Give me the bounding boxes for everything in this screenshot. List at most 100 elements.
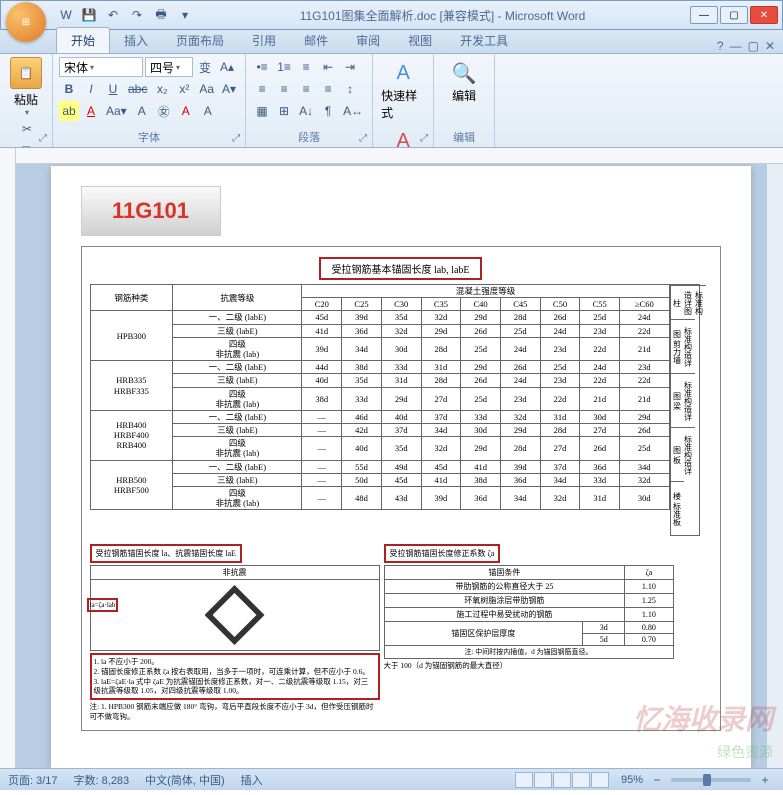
line-spacing-button[interactable]: ↕ — [340, 79, 360, 99]
clear-format-button[interactable]: Aa — [196, 79, 217, 99]
data-cell: 27d — [540, 437, 580, 460]
data-cell: 50d — [342, 473, 382, 486]
tab-review[interactable]: 审阅 — [342, 28, 394, 53]
align-right-button[interactable]: ≡ — [296, 79, 316, 99]
shrink-font-button[interactable]: A▾ — [219, 79, 239, 99]
font-grow2-button[interactable]: A — [176, 101, 196, 121]
status-mode[interactable]: 插入 — [241, 772, 263, 788]
char-scale-button[interactable]: A↔ — [340, 101, 366, 121]
multilevel-button[interactable]: ≡ — [296, 57, 316, 77]
font-launcher[interactable]: ⤢ — [229, 131, 243, 145]
subscript-button[interactable]: x₂ — [152, 79, 172, 99]
tab-dev[interactable]: 开发工具 — [446, 28, 522, 53]
zoom-level[interactable]: 95% — [621, 774, 643, 786]
tab-mail[interactable]: 邮件 — [290, 28, 342, 53]
close-button[interactable]: ✕ — [750, 6, 778, 24]
bottom-right-title: 受拉钢筋锚固长度修正系数 ζa — [384, 544, 501, 563]
maximize-button[interactable]: ▢ — [720, 6, 748, 24]
row-seismic: 四级 非抗震 (lab) — [173, 387, 302, 410]
view-print-layout[interactable] — [515, 772, 533, 788]
clipboard-launcher[interactable]: ⤢ — [36, 131, 50, 145]
tab-layout[interactable]: 页面布局 — [162, 28, 238, 53]
cut-button[interactable]: ✂ — [16, 119, 37, 139]
align-left-button[interactable]: ≡ — [252, 79, 272, 99]
document-page[interactable]: 11G101 受拉钢筋基本锚固长度 lab, labE 钢筋种类 抗震等级 混凝… — [51, 166, 751, 768]
paragraph-launcher[interactable]: ⤢ — [356, 131, 370, 145]
sort-button[interactable]: A↓ — [296, 101, 316, 121]
phonetic-button[interactable]: 变 — [195, 57, 215, 77]
font-color-button[interactable]: A — [81, 101, 101, 121]
tab-home[interactable]: 开始 — [56, 27, 110, 53]
data-cell: 32d — [500, 410, 540, 423]
view-web[interactable] — [553, 772, 571, 788]
indent-dec-button[interactable]: ⇤ — [318, 57, 338, 77]
quickprint-button[interactable]: 🖶 — [151, 6, 171, 24]
tab-insert[interactable]: 插入 — [110, 28, 162, 53]
data-cell: 32d — [421, 437, 461, 460]
status-page[interactable]: 页面: 3/17 — [8, 772, 58, 788]
font-name-combo[interactable]: 宋体▾ — [59, 57, 143, 77]
tab-reference[interactable]: 引用 — [238, 28, 290, 53]
vertical-ruler[interactable] — [0, 148, 16, 768]
view-draft[interactable] — [591, 772, 609, 788]
bottom-left-title: 受拉钢筋锚固长度 la、抗震锚固长度 laE — [90, 544, 242, 563]
grow-font-button[interactable]: A▴ — [217, 57, 237, 77]
data-cell: 41d — [461, 460, 501, 473]
underline-button[interactable]: U — [103, 79, 123, 99]
redo-button[interactable]: ↷ — [127, 6, 147, 24]
change-case-button[interactable]: Aa▾ — [103, 101, 130, 121]
data-cell: 40d — [381, 410, 421, 423]
close-ribbon[interactable]: ✕ — [765, 39, 775, 53]
data-cell: 22d — [580, 374, 620, 387]
bold-button[interactable]: B — [59, 79, 79, 99]
zoom-in-button[interactable]: + — [755, 770, 775, 790]
font-size-combo[interactable]: 四号▾ — [145, 57, 193, 77]
undo-button[interactable]: ↶ — [103, 6, 123, 24]
save-button[interactable]: 💾 — [79, 6, 99, 24]
circled-char-button[interactable]: ㊛ — [154, 101, 174, 121]
qat-customize[interactable]: ▾ — [175, 6, 195, 24]
tab-view[interactable]: 视图 — [394, 28, 446, 53]
numbering-button[interactable]: 1≡ — [274, 57, 294, 77]
paste-button[interactable]: 📋 粘贴 ▾ — [6, 57, 46, 117]
superscript-button[interactable]: x² — [174, 79, 194, 99]
status-language[interactable]: 中文(简体, 中国) — [145, 772, 224, 788]
borders-button[interactable]: ⊞ — [274, 101, 294, 121]
zoom-slider[interactable] — [671, 778, 751, 782]
highlight-button[interactable]: ab — [59, 101, 79, 121]
char-border-button[interactable]: A — [132, 101, 152, 121]
shading-button[interactable]: ▦ — [252, 101, 272, 121]
find-button[interactable]: 🔍 编辑 — [440, 57, 488, 106]
font-shrink2-button[interactable]: A — [198, 101, 218, 121]
data-cell: 23d — [540, 374, 580, 387]
side-label: 标准构造详图 柱 — [671, 285, 706, 319]
indent-inc-button[interactable]: ⇥ — [340, 57, 360, 77]
bullets-button[interactable]: •≡ — [252, 57, 272, 77]
office-button[interactable]: ⊞ — [6, 2, 46, 42]
data-cell: 29d — [500, 424, 540, 437]
document-stamp: 11G101 — [81, 186, 221, 236]
data-cell: 41d — [302, 324, 342, 337]
paste-icon: 📋 — [10, 57, 42, 89]
styles-launcher[interactable]: ⤢ — [417, 131, 431, 145]
align-center-button[interactable]: ≡ — [274, 79, 294, 99]
justify-button[interactable]: ≡ — [318, 79, 338, 99]
help-button[interactable]: ? — [717, 39, 724, 53]
minimize-ribbon-inner[interactable]: — — [730, 39, 742, 53]
data-cell: 29d — [461, 311, 501, 324]
quick-styles-button[interactable]: A 快速样式 — [379, 57, 427, 123]
vertical-scrollbar[interactable] — [767, 164, 783, 768]
restore-ribbon[interactable]: ▢ — [748, 39, 759, 53]
data-cell: 38d — [461, 473, 501, 486]
paste-dropdown[interactable]: ▾ — [25, 108, 29, 117]
data-cell: 24d — [500, 374, 540, 387]
horizontal-ruler[interactable] — [0, 148, 783, 164]
status-words[interactable]: 字数: 8,283 — [74, 772, 130, 788]
minimize-button[interactable]: — — [690, 6, 718, 24]
strike-button[interactable]: abc — [125, 79, 150, 99]
zoom-out-button[interactable]: − — [647, 770, 667, 790]
view-fullscreen[interactable] — [534, 772, 552, 788]
italic-button[interactable]: I — [81, 79, 101, 99]
view-outline[interactable] — [572, 772, 590, 788]
show-marks-button[interactable]: ¶ — [318, 101, 338, 121]
